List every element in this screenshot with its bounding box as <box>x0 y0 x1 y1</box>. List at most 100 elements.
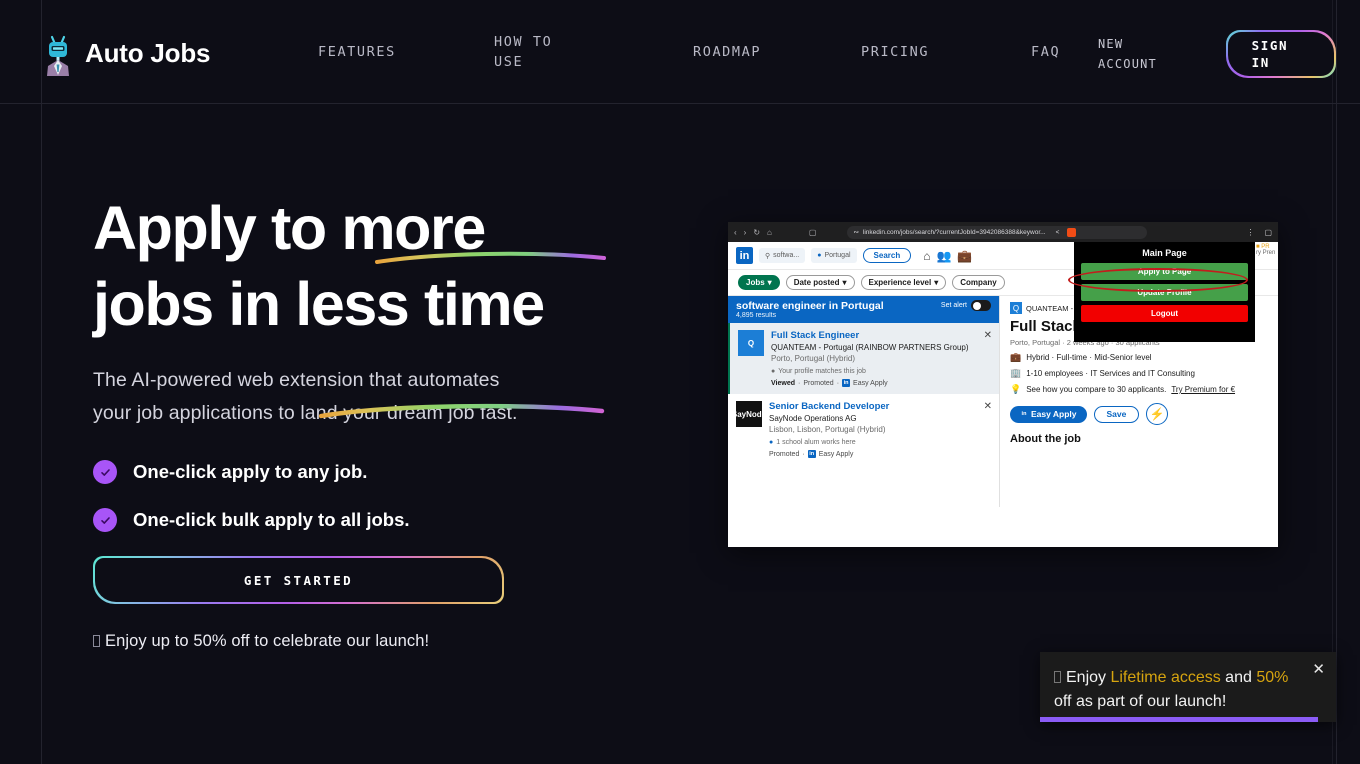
brave-shield-icon[interactable] <box>1067 227 1077 237</box>
table-row[interactable]: Q Full Stack Engineer QUANTEAM - Portuga… <box>728 323 999 394</box>
launch-promo-label: Enjoy up to 50% off to celebrate our lau… <box>105 632 430 650</box>
results-count: 4,895 results <box>736 312 777 319</box>
sign-in-button[interactable]: SIGN IN <box>1226 30 1336 78</box>
update-profile-button[interactable]: Update Profile <box>1081 284 1248 301</box>
network-icon[interactable]: 👥 <box>936 249 951 263</box>
landing-page: Auto Jobs FEATURES HOW TO USE ROADMAP PR… <box>0 0 1360 764</box>
job-location: Lisbon, Lisbon, Portugal (Hybrid) <box>769 425 886 434</box>
dismiss-job-icon[interactable]: ✕ <box>984 401 992 412</box>
detail-actions: in Easy Apply Save ⚡ <box>1010 403 1268 425</box>
job-location: Porto, Portugal (Hybrid) <box>771 354 856 363</box>
nav-item-how-to-use[interactable]: HOW TO USE <box>494 32 574 72</box>
logout-button[interactable]: Logout <box>1081 305 1248 322</box>
share-icon[interactable]: < <box>1056 229 1060 236</box>
list-item: One-click bulk apply to all jobs. <box>93 508 623 532</box>
toast-text-1: Enjoy <box>1066 669 1111 686</box>
dismiss-job-icon[interactable]: ✕ <box>984 330 992 341</box>
company-logo-icon: SayNode <box>732 401 766 427</box>
set-alert-label: Set alert <box>940 302 967 309</box>
linkedin-search-button[interactable]: Search <box>862 248 912 263</box>
headline-line-1: Apply to more <box>93 190 623 266</box>
easy-apply-button[interactable]: in Easy Apply <box>1010 405 1087 423</box>
missing-glyph-icon <box>93 635 100 647</box>
alum-icon: ● <box>769 439 774 446</box>
home-icon[interactable]: ⌂ <box>923 249 930 263</box>
toast-message: Enjoy Lifetime access and 50% off as par… <box>1040 652 1336 714</box>
set-alert-toggle[interactable]: Set alert <box>941 300 991 311</box>
brand-logo[interactable]: Auto Jobs <box>41 28 211 78</box>
right-rail-divider-inner <box>1332 0 1333 764</box>
kebab-menu-icon[interactable]: ⋮ <box>1246 228 1254 237</box>
apply-to-page-button[interactable]: Apply to Page <box>1081 263 1248 280</box>
nav-item-features[interactable]: FEATURES <box>318 42 418 62</box>
try-premium-link[interactable]: Try Premium for € <box>1171 385 1235 394</box>
detail-workplace-label: Hybrid · Full-time · Mid-Senior level <box>1026 353 1152 362</box>
hero-content: Apply to more jobs in less time The AI-p… <box>93 190 623 651</box>
home-icon[interactable]: ⌂ <box>767 228 772 237</box>
search-icon: ⚲ <box>765 252 771 260</box>
bookmark-icon[interactable]: ▢ <box>809 228 817 237</box>
detail-company-size-row: 🏢 1-10 employees · IT Services and IT Co… <box>1010 368 1268 379</box>
nav-item-new-account[interactable]: NEW ACCOUNT <box>1098 34 1188 74</box>
window-icon[interactable]: ▢ <box>1264 228 1272 237</box>
company-logo-icon: Q <box>1010 302 1022 314</box>
toast-text-3: off as part of our launch! <box>1054 693 1227 710</box>
get-started-label: GET STARTED <box>94 557 503 603</box>
headline-line-2-text: jobs in less time <box>93 270 545 338</box>
filter-chip-jobs[interactable]: Jobs ▾ <box>738 275 780 290</box>
close-icon[interactable]: ✕ <box>1312 662 1325 677</box>
filter-chip-experience-level[interactable]: Experience level ▾ <box>860 275 947 290</box>
about-the-job-heading: About the job <box>1010 433 1081 445</box>
filter-chip-company[interactable]: Company <box>952 275 1005 290</box>
extension-popup-title: Main Page <box>1142 248 1187 258</box>
linkedin-logo-icon[interactable]: in <box>736 247 753 264</box>
headline-line-2: jobs in less time <box>93 266 623 419</box>
filter-label: Date posted <box>793 278 840 287</box>
search-value: softwa... <box>773 252 800 259</box>
job-insight-label: 1 school alum works here <box>776 439 856 446</box>
job-title[interactable]: Full Stack Engineer <box>771 330 969 342</box>
lightning-bolt-icon[interactable]: ⚡ <box>1146 403 1169 425</box>
jobs-icon[interactable]: 💼 <box>957 249 972 263</box>
detail-company-size-label: 1-10 employees · IT Services and IT Cons… <box>1026 369 1195 378</box>
brand-name: Auto Jobs <box>85 38 211 68</box>
table-row[interactable]: SayNode Senior Backend Developer SayNode… <box>728 394 999 465</box>
lightbulb-icon: 💡 <box>1010 384 1022 394</box>
chevron-left-icon[interactable]: ‹ <box>734 228 737 237</box>
sign-in-label: SIGN IN <box>1227 31 1335 77</box>
job-easy-apply: Easy Apply <box>853 379 888 387</box>
hero-subheading: The AI-powered web extension that automa… <box>93 369 518 424</box>
peek-profile-label: ry Pren <box>1256 250 1276 256</box>
nav-item-faq[interactable]: FAQ <box>1031 42 1091 62</box>
save-button[interactable]: Save <box>1093 405 1140 423</box>
job-footer: Viewed · Promoted · in Easy Apply <box>771 379 888 387</box>
get-started-button[interactable]: GET STARTED <box>93 556 504 604</box>
chevron-right-icon[interactable]: › <box>744 228 747 237</box>
job-promoted: Promoted <box>769 450 800 458</box>
chevron-down-icon: ▾ <box>842 278 847 287</box>
left-rail-divider <box>41 0 42 764</box>
pin-icon: ● <box>817 252 822 259</box>
job-insight-label: Your profile matches this job <box>778 368 866 375</box>
toast-highlight-1: Lifetime access <box>1110 669 1221 686</box>
feature-list: One-click apply to any job. One-click bu… <box>93 460 623 532</box>
linkedin-badge-icon: in <box>1020 410 1028 418</box>
linkedin-search-input[interactable]: ⚲ softwa... <box>759 248 806 263</box>
headline-line-1-text: Apply to more <box>93 194 486 262</box>
profile-icon: ● <box>771 368 776 375</box>
job-title[interactable]: Senior Backend Developer <box>769 401 889 413</box>
promo-toast: Enjoy Lifetime access and 50% off as par… <box>1040 652 1336 722</box>
reload-icon[interactable]: ↻ <box>753 228 760 237</box>
nav-item-pricing[interactable]: PRICING <box>861 42 971 62</box>
toggle-switch[interactable] <box>971 300 991 311</box>
job-company: QUANTEAM - Portugal (RAINBOW PARTNERS Gr… <box>771 343 969 352</box>
linkedin-location-input[interactable]: ● Portugal <box>811 248 857 263</box>
browser-url-bar: ‹ › ↻ ⌂ ▢ ∾ linkedin.com/jobs/search/?cu… <box>728 222 1278 242</box>
list-item: One-click apply to any job. <box>93 460 623 484</box>
job-company: SayNode Operations AG <box>769 414 857 423</box>
filter-chip-date-posted[interactable]: Date posted ▾ <box>785 275 855 290</box>
building-icon: 🏢 <box>1010 368 1022 378</box>
nav-item-roadmap[interactable]: ROADMAP <box>693 42 803 62</box>
url-input[interactable]: ∾ linkedin.com/jobs/search/?currentJobId… <box>847 225 1148 239</box>
toast-progress-bar <box>1040 717 1319 722</box>
